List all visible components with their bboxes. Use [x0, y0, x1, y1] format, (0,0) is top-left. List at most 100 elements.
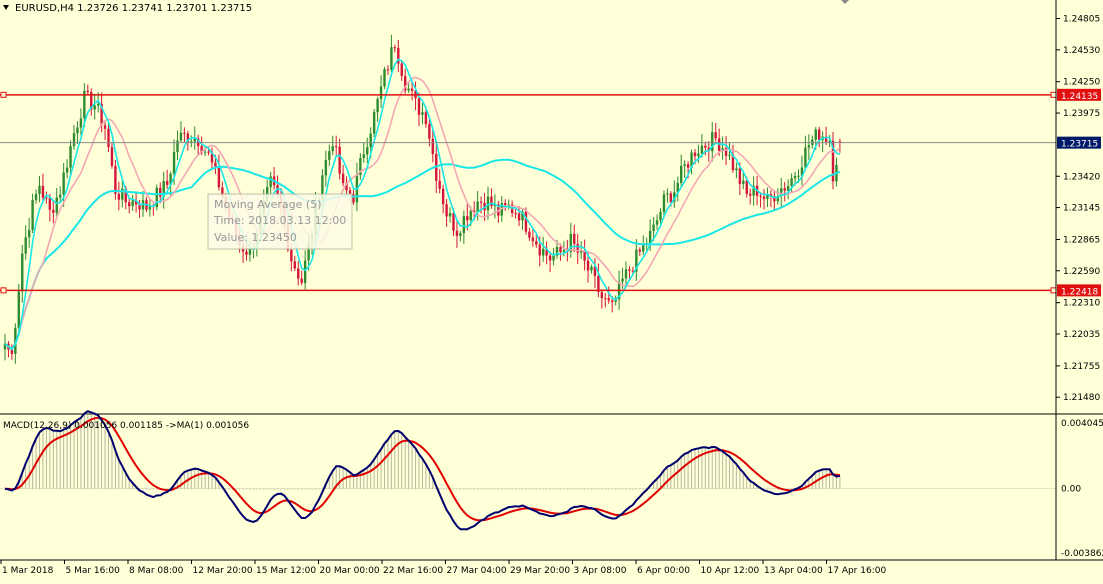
candle-body	[203, 151, 207, 153]
candle-body	[65, 167, 69, 173]
candle-body	[117, 193, 121, 200]
hline-handle-right[interactable]	[1050, 91, 1057, 98]
candle-body	[504, 202, 507, 205]
candle-body	[807, 145, 811, 148]
candle-body	[652, 224, 655, 231]
time-tick-label: 22 Mar 16:00	[383, 566, 443, 576]
candle-body	[110, 147, 114, 166]
candle-body	[417, 98, 421, 115]
hline-price-label: 1.24135	[1061, 92, 1098, 102]
candle-body	[628, 269, 631, 271]
time-tick-label: 10 Apr 12:00	[701, 566, 760, 576]
candle-body	[607, 298, 610, 301]
candle-body	[62, 172, 65, 195]
candle-body	[452, 213, 455, 231]
candle-body	[448, 213, 452, 217]
candle-body	[390, 47, 393, 70]
candle-body	[638, 249, 641, 252]
candle-body	[214, 162, 217, 167]
candle-body	[790, 178, 793, 187]
candle-body	[376, 98, 379, 113]
candle-body	[742, 180, 745, 184]
candle-body	[21, 253, 24, 292]
hline-handle-left[interactable]	[0, 91, 7, 98]
price-tick-label: 1.23420	[1063, 172, 1100, 182]
chart-title: EURUSD,H4 1.23726 1.23741 1.23701 1.2371…	[15, 3, 252, 14]
candle-body	[290, 249, 293, 262]
candle-body	[59, 194, 62, 198]
candle-body	[438, 180, 441, 189]
candle-body	[331, 146, 334, 152]
candle-body	[586, 260, 590, 271]
candle-body	[386, 69, 390, 71]
candle-body	[814, 129, 817, 140]
time-tick-label: 17 Apr 16:00	[828, 566, 887, 576]
price-tick-label: 1.24805	[1063, 15, 1100, 25]
candle-body	[421, 112, 424, 115]
candle-body	[96, 103, 100, 106]
time-tick-label: 15 Mar 12:00	[256, 566, 316, 576]
price-tick-label: 1.23975	[1063, 109, 1100, 119]
candle-body	[27, 229, 31, 238]
candle-body	[797, 175, 800, 177]
time-tick-label: 29 Mar 20:00	[510, 566, 570, 576]
price-tick-label: 1.22865	[1063, 235, 1100, 245]
candle-body	[441, 188, 445, 205]
candle-body	[324, 159, 328, 176]
candle-body	[804, 147, 807, 168]
candle-body	[76, 127, 79, 134]
candle-body	[293, 261, 296, 269]
candle-body	[366, 147, 369, 155]
hline-handle-right[interactable]	[1050, 287, 1057, 294]
tooltip-title: Moving Average (5)	[214, 198, 322, 211]
candle-body	[466, 216, 469, 221]
hline-handle-left[interactable]	[0, 287, 7, 294]
candle-body	[535, 241, 538, 245]
candle-body	[303, 260, 307, 283]
candle-body	[669, 193, 673, 202]
candle-body	[38, 185, 41, 194]
candle-body	[604, 298, 607, 300]
candle-body	[738, 168, 742, 184]
candle-body	[486, 196, 490, 211]
candle-body	[103, 125, 107, 129]
candle-body	[335, 146, 338, 148]
candle-body	[128, 202, 131, 207]
candle-body	[783, 188, 786, 191]
macd-tick-label: 0.00	[1061, 485, 1081, 495]
candle-body	[531, 237, 535, 242]
macd-tick-label: -0.003862	[1061, 549, 1103, 559]
candle-body	[624, 269, 628, 279]
candle-body	[17, 291, 20, 328]
time-tick-label: 6 Apr 00:00	[637, 566, 690, 576]
time-tick-label: 8 Mar 08:00	[129, 566, 184, 576]
time-tick-label: 13 Apr 04:00	[764, 566, 823, 576]
candle-body	[393, 47, 397, 49]
candle-body	[728, 154, 731, 156]
time-tick-label: 1 Mar 2018	[2, 566, 54, 576]
candle-body	[621, 278, 624, 282]
candle-body	[48, 198, 52, 210]
chart-window[interactable]: 1.24135 1.22418 1.23715 1.24805 1.24530 1.24…	[0, 0, 1103, 584]
candle-body	[34, 193, 38, 201]
candle-body	[666, 193, 669, 195]
candle-body	[683, 164, 686, 166]
time-tick-label: 3 Apr 08:00	[574, 566, 627, 576]
candle-body	[455, 230, 459, 236]
candle-body	[207, 151, 210, 153]
candle-body	[172, 151, 176, 174]
candle-body	[559, 247, 562, 253]
price-tick-label: 1.22310	[1063, 299, 1100, 309]
candle-body	[297, 268, 300, 279]
candle-body	[300, 278, 303, 283]
candle-body	[548, 255, 552, 261]
candle-body	[680, 165, 683, 183]
time-tick-label: 27 Mar 04:00	[447, 566, 507, 576]
candle-body	[745, 180, 748, 194]
hline-price-label: 1.22418	[1061, 287, 1098, 297]
price-tick-label: 1.21480	[1063, 393, 1100, 403]
candle-body	[479, 201, 483, 203]
price-tick-label: 1.22590	[1063, 267, 1100, 277]
candle-body	[714, 132, 717, 139]
candle-body	[79, 118, 83, 128]
